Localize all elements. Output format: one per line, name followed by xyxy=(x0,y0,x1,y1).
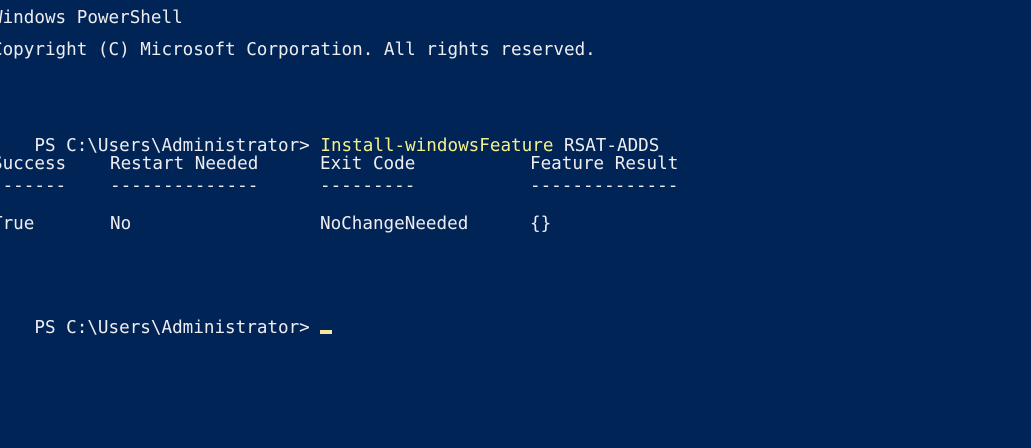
banner-title: Windows PowerShell xyxy=(0,8,183,28)
divider-restart-needed: -------------- xyxy=(110,176,259,196)
cursor-icon xyxy=(320,330,333,334)
final-prompt-line[interactable]: PS C:\Users\Administrator> xyxy=(0,280,333,338)
divider-feature-result: -------------- xyxy=(530,176,679,196)
command-line: PS C:\Users\Administrator> Install-windo… xyxy=(0,98,659,156)
divider-exit-code: --------- xyxy=(320,176,416,196)
powershell-console[interactable]: Windows PowerShell Copyright (C) Microso… xyxy=(0,0,1023,354)
divider-success: ------- xyxy=(0,176,67,196)
cell-feature-result: {} xyxy=(530,214,552,234)
table-row: True No NoChangeNeeded {} xyxy=(0,208,551,240)
banner-copyright: Copyright (C) Microsoft Corporation. All… xyxy=(0,40,596,60)
cell-success: True xyxy=(0,214,35,234)
final-prompt-text: PS C:\Users\Administrator> xyxy=(34,318,321,338)
cell-exit-code: NoChangeNeeded xyxy=(320,214,469,234)
cell-restart-needed: No xyxy=(110,214,132,234)
result-table-divider: ------ - ------------- - -------- - -------… xyxy=(0,170,678,202)
